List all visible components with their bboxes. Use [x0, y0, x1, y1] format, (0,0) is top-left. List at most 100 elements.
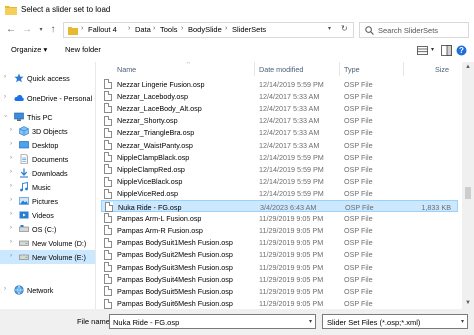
- file-row[interactable]: Nezzar_Shorty.osp 12/4/2017 5:33 AM OSP Fi…: [101, 115, 458, 127]
- expand-chevron-icon[interactable]: ›: [4, 74, 6, 80]
- file-row[interactable]: Nezzar Lingerie Fusion.osp 12/14/2019 5:5…: [101, 78, 458, 90]
- column-divider[interactable]: [403, 62, 404, 76]
- download-icon: [20, 168, 28, 178]
- file-date: 12/14/2019 5:59 PM: [259, 164, 324, 174]
- file-name: Nezzar_LaceBody_Alt.osp: [117, 103, 202, 113]
- scroll-down-arrow-icon[interactable]: ▼: [465, 300, 471, 306]
- organize-button[interactable]: Organize ▾: [11, 45, 47, 54]
- sidebar-item-volume-d[interactable]: › New Volume (D:): [0, 236, 95, 250]
- expand-chevron-icon[interactable]: ›: [4, 286, 6, 292]
- file-row[interactable]: Pampas Arm-L Fusion.osp 11/29/2019 9:05 P…: [101, 212, 458, 224]
- expand-chevron-icon[interactable]: ›: [10, 183, 12, 189]
- view-dropdown-icon[interactable]: ▾: [431, 46, 434, 53]
- scrollbar-thumb[interactable]: [465, 187, 471, 199]
- search-box[interactable]: Search SliderSets: [359, 22, 469, 38]
- file-name-bar: File name: Nuka Ride - FG.osp ▾ Slider S…: [0, 309, 474, 335]
- breadcrumb-bodyslide[interactable]: BodySlide: [188, 25, 222, 34]
- up-arrow-icon[interactable]: ↑: [46, 23, 60, 37]
- file-row[interactable]: Nuka Ride - FG.osp 3/4/2023 6:43 AM OSP Fi…: [101, 200, 458, 212]
- expand-chevron-icon[interactable]: ›: [10, 141, 12, 147]
- file-name: Pampas BodySuit6Mesh Fusion.osp: [117, 299, 233, 309]
- file-icon: [104, 115, 112, 126]
- file-date: 12/14/2019 5:59 PM: [259, 79, 324, 89]
- sidebar-item-label: Desktop: [32, 141, 59, 150]
- file-list: ˄ Name Date modified Type Size Nezzar Li…: [97, 62, 461, 309]
- column-header-type[interactable]: Type: [344, 65, 360, 74]
- expand-chevron-icon[interactable]: ›: [10, 253, 12, 259]
- file-row[interactable]: NippleClampBlack.osp 12/14/2019 5:59 PM OS…: [101, 151, 458, 163]
- sidebar-item-pictures[interactable]: › Pictures: [0, 194, 95, 208]
- file-row[interactable]: Pampas BodySuit2Mesh Fusion.osp 11/29/201…: [101, 249, 458, 261]
- file-icon: [104, 188, 112, 199]
- file-name: Pampas Arm-R Fusion.osp: [117, 225, 203, 235]
- column-header-size[interactable]: Size: [435, 65, 449, 74]
- sidebar-item-music[interactable]: › Music: [0, 180, 95, 194]
- file-type: OSP File: [344, 116, 373, 126]
- expand-chevron-icon[interactable]: ›: [10, 211, 12, 217]
- expand-chevron-icon[interactable]: ›: [10, 127, 12, 133]
- chevron-down-icon[interactable]: ▾: [461, 318, 464, 325]
- file-type: OSP File: [344, 189, 373, 199]
- column-divider[interactable]: [339, 62, 340, 76]
- column-header-date[interactable]: Date modified: [259, 65, 303, 74]
- expand-chevron-icon[interactable]: ›: [10, 225, 12, 231]
- file-row[interactable]: NippleViceBlack.osp 12/14/2019 5:59 PM OSP…: [101, 176, 458, 188]
- view-options-icon[interactable]: [417, 46, 428, 55]
- breadcrumb-slidersets[interactable]: SliderSets: [232, 25, 266, 34]
- file-type-filter[interactable]: Slider Set Files (*.osp;*.xml) ▾: [322, 314, 468, 329]
- address-bar[interactable]: › Fallout 4 › Data › Tools › BodySlide ›…: [63, 22, 354, 38]
- file-row[interactable]: Pampas BodySuit1Mesh Fusion.osp 11/29/201…: [101, 237, 458, 249]
- chevron-down-icon[interactable]: ▾: [309, 318, 312, 325]
- file-row[interactable]: Pampas BodySuit3Mesh Fusion.osp 11/29/201…: [101, 261, 458, 273]
- expand-chevron-icon[interactable]: ›: [10, 197, 12, 203]
- sidebar-item-os-c[interactable]: › OS (C:): [0, 222, 95, 236]
- file-date: 12/14/2019 5:59 PM: [259, 177, 324, 187]
- sidebar-item-downloads[interactable]: › Downloads: [0, 166, 95, 180]
- file-row[interactable]: Nezzar_TriangleBra.osp 12/4/2017 5:33 AM O…: [101, 127, 458, 139]
- expand-chevron-icon[interactable]: ›: [10, 169, 12, 175]
- column-divider[interactable]: [254, 62, 255, 76]
- file-type: OSP File: [344, 250, 373, 260]
- scroll-up-arrow-icon[interactable]: ▲: [465, 64, 471, 70]
- file-row[interactable]: Nezzar_Lacebody.osp 12/4/2017 5:33 AM OSP …: [101, 90, 458, 102]
- sidebar-item-onedrive[interactable]: › OneDrive - Personal: [0, 91, 95, 105]
- sidebar-item-this-pc[interactable]: › This PC: [0, 110, 95, 124]
- sidebar-item-documents[interactable]: › Documents: [0, 152, 95, 166]
- breadcrumb-separator-icon: ›: [128, 25, 131, 32]
- expand-chevron-icon[interactable]: ›: [10, 239, 12, 245]
- file-row[interactable]: Pampas BodySuit4Mesh Fusion.osp 11/29/201…: [101, 273, 458, 285]
- expand-chevron-icon[interactable]: ›: [2, 115, 8, 117]
- breadcrumb-fallout4[interactable]: Fallout 4: [88, 25, 117, 34]
- refresh-icon[interactable]: ↻: [341, 24, 348, 33]
- sidebar-item-videos[interactable]: › Videos: [0, 208, 95, 222]
- column-header-name[interactable]: Name: [117, 65, 136, 74]
- breadcrumb-tools[interactable]: Tools: [160, 25, 178, 34]
- preview-pane-icon[interactable]: [441, 45, 452, 56]
- sidebar-item-volume-e[interactable]: › New Volume (E:): [0, 250, 95, 264]
- file-row[interactable]: Pampas BodySuit5Mesh Fusion.osp 11/29/201…: [101, 285, 458, 297]
- new-folder-button[interactable]: New folder: [65, 45, 101, 54]
- expand-chevron-icon[interactable]: ›: [4, 94, 6, 100]
- sidebar-item-quick-access[interactable]: › Quick access: [0, 71, 95, 85]
- address-dropdown-icon[interactable]: ▾: [328, 25, 331, 32]
- breadcrumb-data[interactable]: Data: [135, 25, 151, 34]
- back-arrow-icon[interactable]: ←: [4, 23, 18, 37]
- file-name-input[interactable]: Nuka Ride - FG.osp ▾: [109, 314, 316, 329]
- help-icon[interactable]: ?: [456, 45, 467, 56]
- sidebar-item-3d-objects[interactable]: › 3D Objects: [0, 124, 95, 138]
- file-name: Nezzar_WaistPanty.osp: [117, 140, 193, 150]
- file-row[interactable]: Nezzar_WaistPanty.osp 12/4/2017 5:33 AM OS…: [101, 139, 458, 151]
- sidebar-item-network[interactable]: › Network: [0, 283, 95, 297]
- sidebar-item-desktop[interactable]: › Desktop: [0, 138, 95, 152]
- file-name: NippleViceRed.osp: [117, 189, 178, 199]
- file-row[interactable]: NippleViceRed.osp 12/14/2019 5:59 PM OSP F…: [101, 188, 458, 200]
- file-row[interactable]: Nezzar_LaceBody_Alt.osp 12/4/2017 5:33 AM…: [101, 102, 458, 114]
- vertical-scrollbar[interactable]: ▲ ▼: [462, 62, 474, 309]
- file-row[interactable]: NippleClampRed.osp 12/14/2019 5:59 PM OSP …: [101, 163, 458, 175]
- forward-arrow-icon[interactable]: →: [20, 23, 34, 37]
- file-type: OSP File: [344, 128, 373, 138]
- file-name: Pampas BodySuit1Mesh Fusion.osp: [117, 238, 233, 248]
- expand-chevron-icon[interactable]: ›: [10, 155, 12, 161]
- file-row[interactable]: Pampas Arm-R Fusion.osp 11/29/2019 9:05 P…: [101, 224, 458, 236]
- file-row[interactable]: Pampas BodySuit6Mesh Fusion.osp 11/29/201…: [101, 298, 458, 309]
